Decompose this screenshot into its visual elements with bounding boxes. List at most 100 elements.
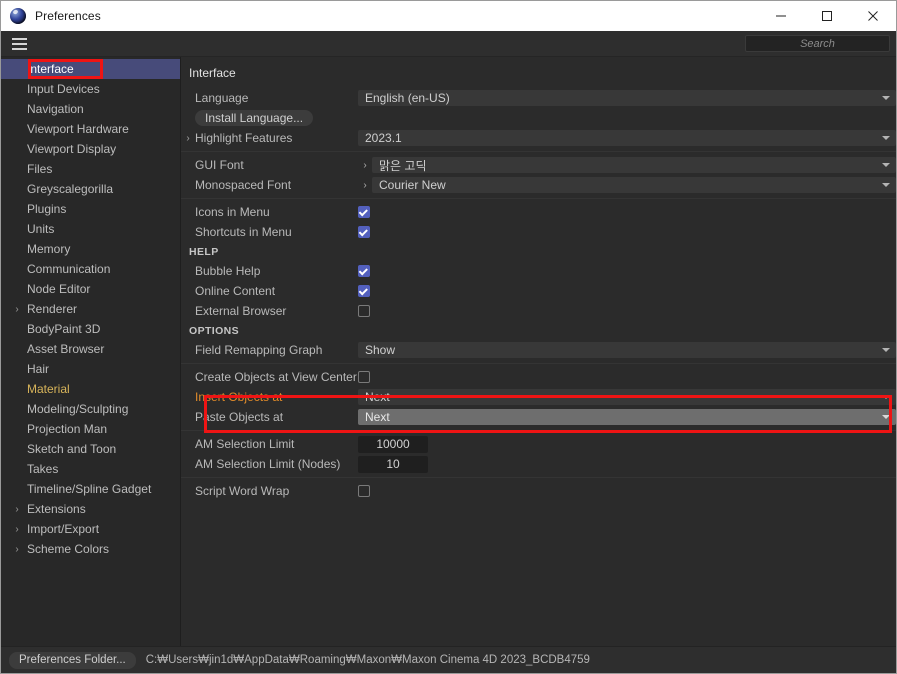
paste-objects-at-label: Paste Objects at (195, 410, 284, 424)
sidebar-item-input-devices[interactable]: › Input Devices (1, 79, 180, 99)
sidebar-item-import-export[interactable]: › Import/Export (1, 519, 180, 539)
highlight-features-label: Highlight Features (195, 131, 293, 145)
hamburger-menu-icon[interactable] (6, 31, 32, 57)
preferences-folder-path: C:₩Users₩jin1d₩AppData₩Roaming₩Maxon₩Max… (145, 654, 590, 666)
row-language: › Language English (en-US) (181, 88, 896, 108)
sidebar-item-label: Timeline/Spline Gadget (27, 482, 152, 496)
sidebar-item-projection-man[interactable]: › Projection Man (1, 419, 180, 439)
close-icon[interactable] (850, 1, 896, 31)
language-dropdown[interactable]: English (en-US) (358, 90, 896, 106)
sidebar-item-label: Input Devices (27, 82, 100, 96)
sidebar-item-sketch-and-toon[interactable]: › Sketch and Toon (1, 439, 180, 459)
sidebar-item-viewport-display[interactable]: › Viewport Display (1, 139, 180, 159)
field-remapping-graph-label: Field Remapping Graph (195, 343, 323, 357)
chevron-right-icon[interactable]: › (181, 133, 195, 144)
row-create-objects-at-view-center: › Create Objects at View Center (181, 367, 896, 387)
script-word-wrap-checkbox[interactable] (358, 485, 370, 497)
sidebar-item-navigation[interactable]: › Navigation (1, 99, 180, 119)
sidebar-item-node-editor[interactable]: › Node Editor (1, 279, 180, 299)
insert-objects-at-dropdown[interactable]: Next (358, 389, 896, 405)
external-browser-checkbox[interactable] (358, 305, 370, 317)
sidebar-item-label: Communication (27, 262, 111, 276)
row-insert-objects-at: › Insert Objects at Next (181, 387, 896, 407)
create-objects-at-view-center-checkbox[interactable] (358, 371, 370, 383)
sidebar-item-extensions[interactable]: › Extensions (1, 499, 180, 519)
sidebar-item-label: Interface (27, 62, 74, 76)
search-field[interactable] (745, 35, 890, 52)
sidebar-item-interface[interactable]: › Interface (1, 59, 180, 79)
sidebar-item-greyscalegorilla[interactable]: › Greyscalegorilla (1, 179, 180, 199)
divider (181, 430, 896, 431)
gui-font-dropdown[interactable]: 맑은 고딕 (372, 157, 896, 173)
sidebar-item-label: Modeling/Sculpting (27, 402, 129, 416)
chevron-right-icon[interactable]: › (11, 544, 23, 555)
field-remapping-graph-dropdown[interactable]: Show (358, 342, 896, 358)
search-input[interactable] (746, 36, 889, 51)
sidebar-item-units[interactable]: › Units (1, 219, 180, 239)
bubble-help-checkbox[interactable] (358, 265, 370, 277)
language-label: Language (195, 91, 249, 105)
preferences-folder-button[interactable]: Preferences Folder... (9, 651, 136, 669)
gui-font-value: 맑은 고딕 (379, 158, 427, 173)
sidebar-item-renderer[interactable]: › Renderer (1, 299, 180, 319)
am-selection-limit-input[interactable]: 10000 (358, 435, 428, 453)
chevron-right-icon[interactable]: › (11, 504, 23, 515)
monospaced-font-submenu-icon[interactable]: › (358, 180, 372, 191)
help-section-heading: HELP (189, 245, 219, 258)
minimize-icon[interactable] (758, 1, 804, 31)
options-section-heading: OPTIONS (189, 324, 240, 337)
sidebar-item-asset-browser[interactable]: › Asset Browser (1, 339, 180, 359)
sidebar-item-viewport-hardware[interactable]: › Viewport Hardware (1, 119, 180, 139)
am-selection-limit-nodes-label: AM Selection Limit (Nodes) (195, 457, 341, 471)
icons-in-menu-checkbox[interactable] (358, 206, 370, 218)
sidebar-item-label: Projection Man (27, 422, 108, 436)
divider (181, 198, 896, 199)
sidebar-item-material[interactable]: › Material (1, 379, 180, 399)
divider (181, 477, 896, 478)
row-install-language: › Install Language... (181, 108, 896, 128)
am-selection-limit-nodes-input[interactable]: 10 (358, 455, 428, 473)
menu-toolbar (1, 31, 896, 57)
window-title: Preferences (35, 9, 101, 23)
sidebar-item-label: Units (27, 222, 55, 236)
chevron-right-icon[interactable]: › (11, 524, 23, 535)
paste-objects-at-dropdown[interactable]: Next (358, 409, 896, 425)
monospaced-font-label: Monospaced Font (195, 178, 292, 192)
row-online-content: › Online Content (181, 281, 896, 301)
script-word-wrap-label: Script Word Wrap (195, 484, 290, 498)
sidebar-item-label: Import/Export (27, 522, 100, 536)
maximize-icon[interactable] (804, 1, 850, 31)
sidebar-item-timeline-spline-gadget[interactable]: › Timeline/Spline Gadget (1, 479, 180, 499)
chevron-right-icon[interactable]: › (11, 304, 23, 315)
install-language-button[interactable]: Install Language... (195, 110, 314, 126)
sidebar-item-label: Takes (27, 462, 59, 476)
paste-objects-at-value: Next (365, 410, 390, 424)
sidebar-item-label: Plugins (27, 202, 67, 216)
window-titlebar: Preferences (1, 1, 896, 31)
status-bar: Preferences Folder... C:₩Users₩jin1d₩App… (1, 646, 896, 673)
sidebar-item-memory[interactable]: › Memory (1, 239, 180, 259)
online-content-label: Online Content (195, 284, 276, 298)
chevron-down-icon (882, 136, 890, 140)
online-content-checkbox[interactable] (358, 285, 370, 297)
window-controls (758, 1, 896, 31)
row-shortcuts-in-menu: › Shortcuts in Menu (181, 222, 896, 242)
gui-font-submenu-icon[interactable]: › (358, 160, 372, 171)
row-am-selection-limit-nodes: › AM Selection Limit (Nodes) 10 (181, 454, 896, 474)
window-body: › Interface › Input Devices › Navigation… (1, 57, 896, 646)
highlight-features-dropdown[interactable]: 2023.1 (358, 130, 896, 146)
sidebar-item-takes[interactable]: › Takes (1, 459, 180, 479)
row-script-word-wrap: › Script Word Wrap (181, 481, 896, 501)
sidebar-item-plugins[interactable]: › Plugins (1, 199, 180, 219)
shortcuts-in-menu-checkbox[interactable] (358, 226, 370, 238)
preferences-sidebar: › Interface › Input Devices › Navigation… (1, 57, 181, 646)
monospaced-font-dropdown[interactable]: Courier New (372, 177, 896, 193)
sidebar-item-communication[interactable]: › Communication (1, 259, 180, 279)
sidebar-item-bodypaint-3d[interactable]: › BodyPaint 3D (1, 319, 180, 339)
sidebar-item-scheme-colors[interactable]: › Scheme Colors (1, 539, 180, 559)
sidebar-item-hair[interactable]: › Hair (1, 359, 180, 379)
sidebar-item-files[interactable]: › Files (1, 159, 180, 179)
row-monospaced-font: › Monospaced Font › Courier New (181, 175, 896, 195)
preferences-window: Preferences › Interface (0, 0, 897, 674)
sidebar-item-modeling-sculpting[interactable]: › Modeling/Sculpting (1, 399, 180, 419)
